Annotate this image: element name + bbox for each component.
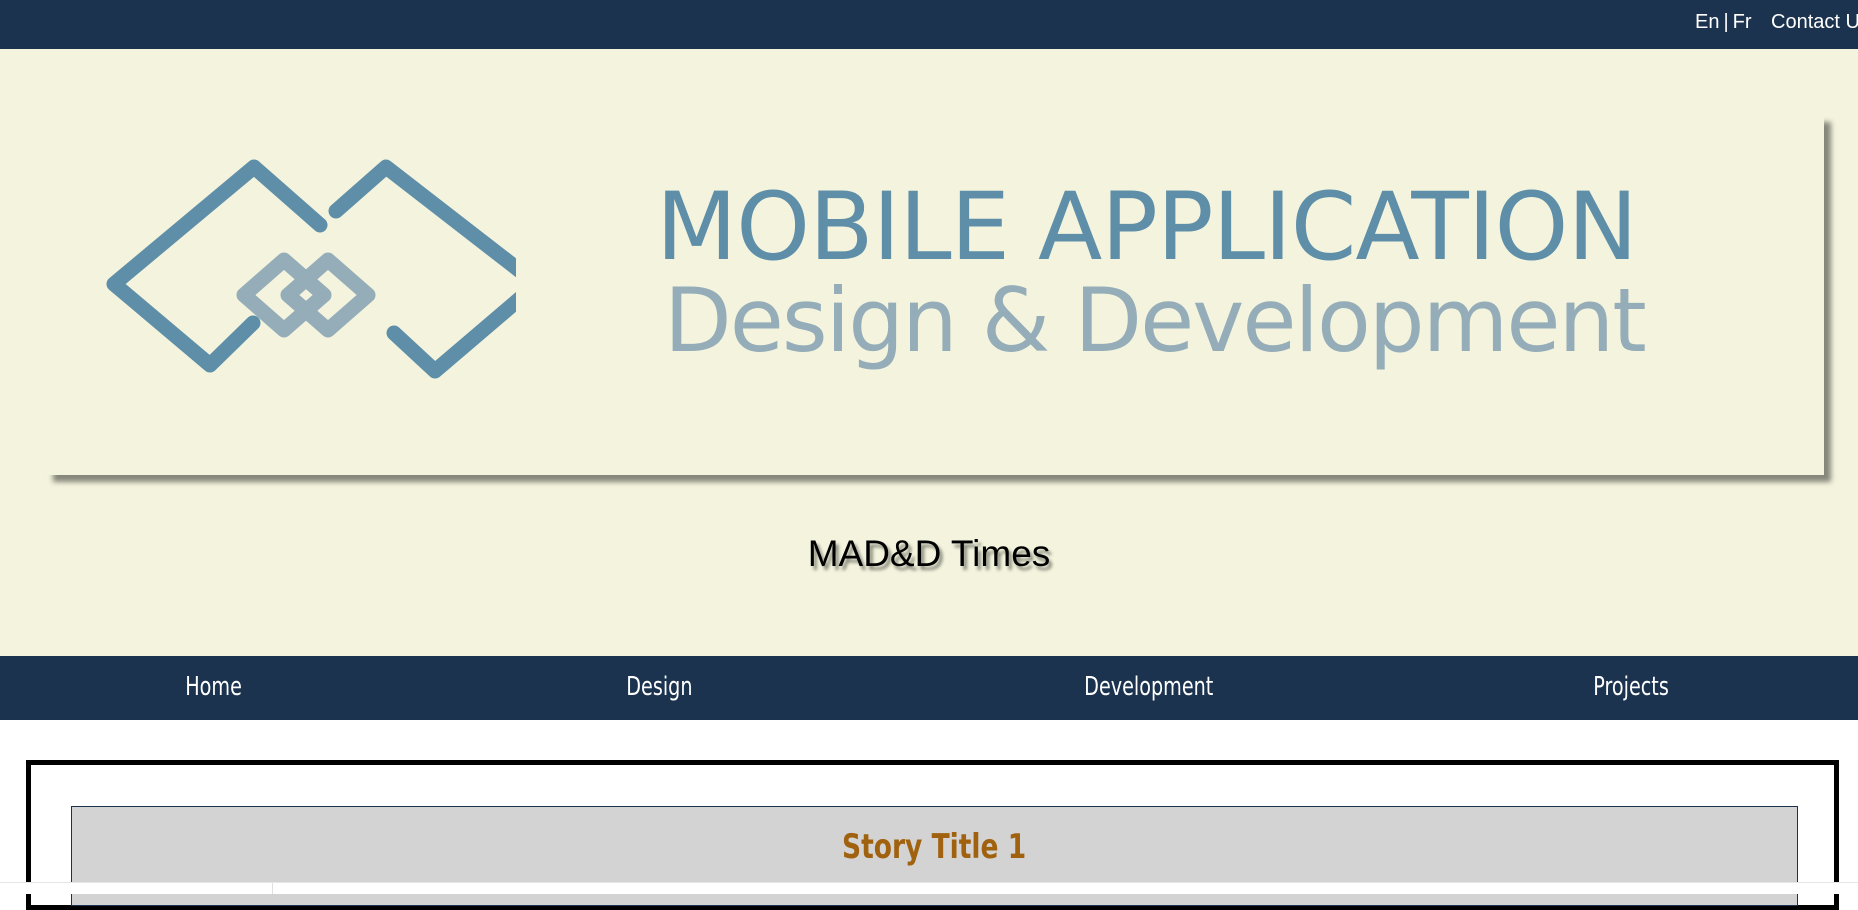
site-header: MOBILE APPLICATION Design & Development …	[0, 49, 1858, 656]
lang-fr-link[interactable]: Fr	[1733, 11, 1752, 34]
nav-design-link[interactable]: Design	[626, 672, 692, 702]
lang-en-link[interactable]: En	[1695, 11, 1719, 34]
main-navigation: Home Design Development Projects	[0, 656, 1858, 720]
story-title-text: Story Title 1	[842, 827, 1027, 867]
banner-subheadline: Design & Development	[664, 269, 1647, 372]
lang-separator: |	[1723, 11, 1729, 33]
nav-projects-link[interactable]: Projects	[1593, 672, 1669, 702]
divider	[272, 883, 273, 894]
interlocking-diamonds-icon	[106, 159, 516, 379]
banner-headline: MOBILE APPLICATION	[656, 173, 1638, 282]
bottom-strip	[0, 882, 1858, 894]
story-title-link[interactable]: Story Title 1	[72, 827, 1797, 867]
site-title: MAD&D Times	[807, 533, 1051, 574]
nav-development-link[interactable]: Development	[1084, 672, 1213, 702]
contact-us-link[interactable]: Contact Us	[1771, 11, 1858, 34]
language-switcher: En | Fr	[1695, 11, 1752, 34]
top-utility-bar: En | Fr Contact Us	[0, 0, 1858, 49]
banner: MOBILE APPLICATION Design & Development	[46, 115, 1824, 475]
nav-home-link[interactable]: Home	[185, 672, 242, 702]
